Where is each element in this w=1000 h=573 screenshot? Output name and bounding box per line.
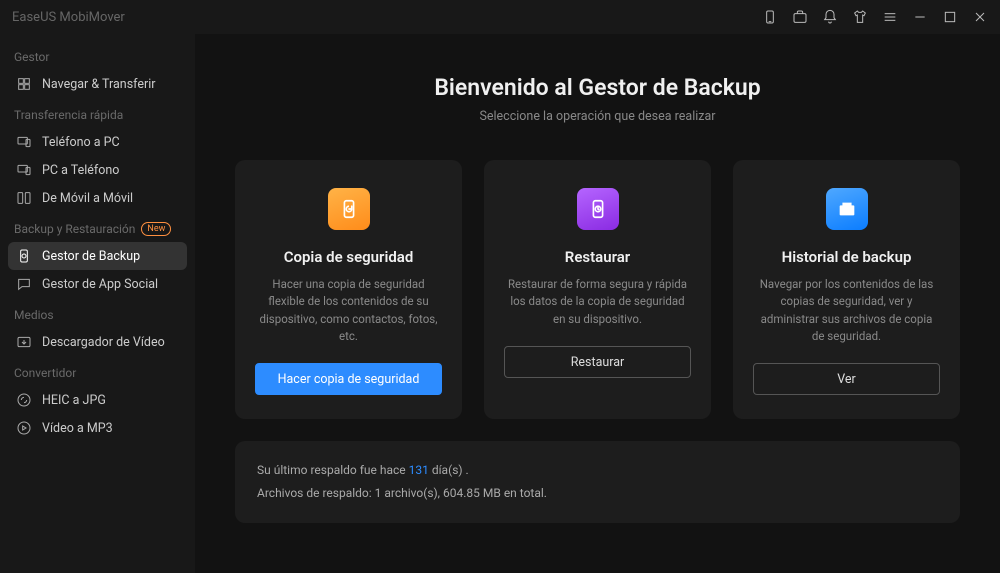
sidebar-item-video-mp3[interactable]: Vídeo a MP3 <box>8 414 187 442</box>
sidebar-item-navegar-transferir[interactable]: Navegar & Transferir <box>8 70 187 98</box>
sidebar-item-label: Descargador de Vídeo <box>42 335 165 350</box>
pc-to-phone-icon <box>16 162 32 178</box>
card-desc: Hacer una copia de seguridad flexible de… <box>255 276 442 345</box>
restore-button[interactable]: Restaurar <box>504 346 691 378</box>
download-video-icon <box>16 334 32 350</box>
convert-audio-icon <box>16 420 32 436</box>
backup-icon <box>16 248 32 264</box>
status-box: Su último respaldo fue hace 131 día(s) .… <box>235 441 960 523</box>
sidebar-item-gestor-app-social[interactable]: Gestor de App Social <box>8 270 187 298</box>
status-last-backup: Su último respaldo fue hace 131 día(s) . <box>257 459 938 482</box>
card-desc: Restaurar de forma segura y rápida los d… <box>504 276 691 328</box>
main-content: Bienvenido al Gestor de Backup Seleccion… <box>195 34 1000 573</box>
convert-image-icon <box>16 392 32 408</box>
cards-row: Copia de seguridad Hacer una copia de se… <box>235 160 960 419</box>
sidebar-item-movil-movil[interactable]: De Móvil a Móvil <box>8 184 187 212</box>
sidebar-item-label: Gestor de App Social <box>42 277 158 292</box>
titlebar-controls <box>762 9 988 25</box>
card-title: Copia de seguridad <box>284 248 414 266</box>
status-days: 131 <box>409 463 429 477</box>
card-restore: Restaurar Restaurar de forma segura y rá… <box>484 160 711 419</box>
sidebar-group-backup: Backup y Restauración New <box>8 212 187 242</box>
sidebar-item-label: De Móvil a Móvil <box>42 191 133 206</box>
card-title: Restaurar <box>565 248 630 266</box>
card-title: Historial de backup <box>782 248 912 266</box>
grid-icon <box>16 76 32 92</box>
phone-to-phone-icon <box>16 190 32 206</box>
shirt-icon[interactable] <box>852 9 868 25</box>
card-desc: Navegar por los contenidos de las copias… <box>753 276 940 345</box>
status-backup-files: Archivos de respaldo: 1 archivo(s), 604.… <box>257 482 938 505</box>
app-title: EaseUS MobiMover <box>12 10 125 25</box>
sidebar-item-pc-telefono[interactable]: PC a Teléfono <box>8 156 187 184</box>
phone-to-pc-icon <box>16 134 32 150</box>
history-card-icon <box>826 188 868 230</box>
titlebar: EaseUS MobiMover <box>0 0 1000 34</box>
chat-icon <box>16 276 32 292</box>
sidebar-group-transferencia: Transferencia rápida <box>8 98 187 128</box>
sidebar-item-label: Navegar & Transferir <box>42 77 156 92</box>
card-history: Historial de backup Navegar por los cont… <box>733 160 960 419</box>
card-backup: Copia de seguridad Hacer una copia de se… <box>235 160 462 419</box>
sidebar-group-gestor: Gestor <box>8 40 187 70</box>
sidebar-group-medios: Medios <box>8 298 187 328</box>
sidebar-item-label: PC a Teléfono <box>42 163 119 178</box>
briefcase-icon[interactable] <box>792 9 808 25</box>
page-subtitle: Seleccione la operación que desea realiz… <box>479 109 715 124</box>
sidebar-item-label: Teléfono a PC <box>42 135 120 150</box>
bell-icon[interactable] <box>822 9 838 25</box>
view-history-button[interactable]: Ver <box>753 363 940 395</box>
new-badge: New <box>141 222 171 236</box>
backup-card-icon <box>328 188 370 230</box>
sidebar-item-telefono-pc[interactable]: Teléfono a PC <box>8 128 187 156</box>
sidebar-item-gestor-backup[interactable]: Gestor de Backup <box>8 242 187 270</box>
sidebar: Gestor Navegar & Transferir Transferenci… <box>0 34 195 573</box>
sidebar-item-label: Vídeo a MP3 <box>42 421 113 436</box>
close-icon[interactable] <box>972 9 988 25</box>
sidebar-item-heic-jpg[interactable]: HEIC a JPG <box>8 386 187 414</box>
sidebar-item-label: HEIC a JPG <box>42 393 106 408</box>
minimize-icon[interactable] <box>912 9 928 25</box>
menu-icon[interactable] <box>882 9 898 25</box>
restore-card-icon <box>577 188 619 230</box>
sidebar-item-descargador-video[interactable]: Descargador de Vídeo <box>8 328 187 356</box>
make-backup-button[interactable]: Hacer copia de seguridad <box>255 363 442 395</box>
sidebar-item-label: Gestor de Backup <box>42 249 140 264</box>
maximize-icon[interactable] <box>942 9 958 25</box>
page-title: Bienvenido al Gestor de Backup <box>434 74 760 101</box>
device-icon[interactable] <box>762 9 778 25</box>
sidebar-group-convertidor: Convertidor <box>8 356 187 386</box>
